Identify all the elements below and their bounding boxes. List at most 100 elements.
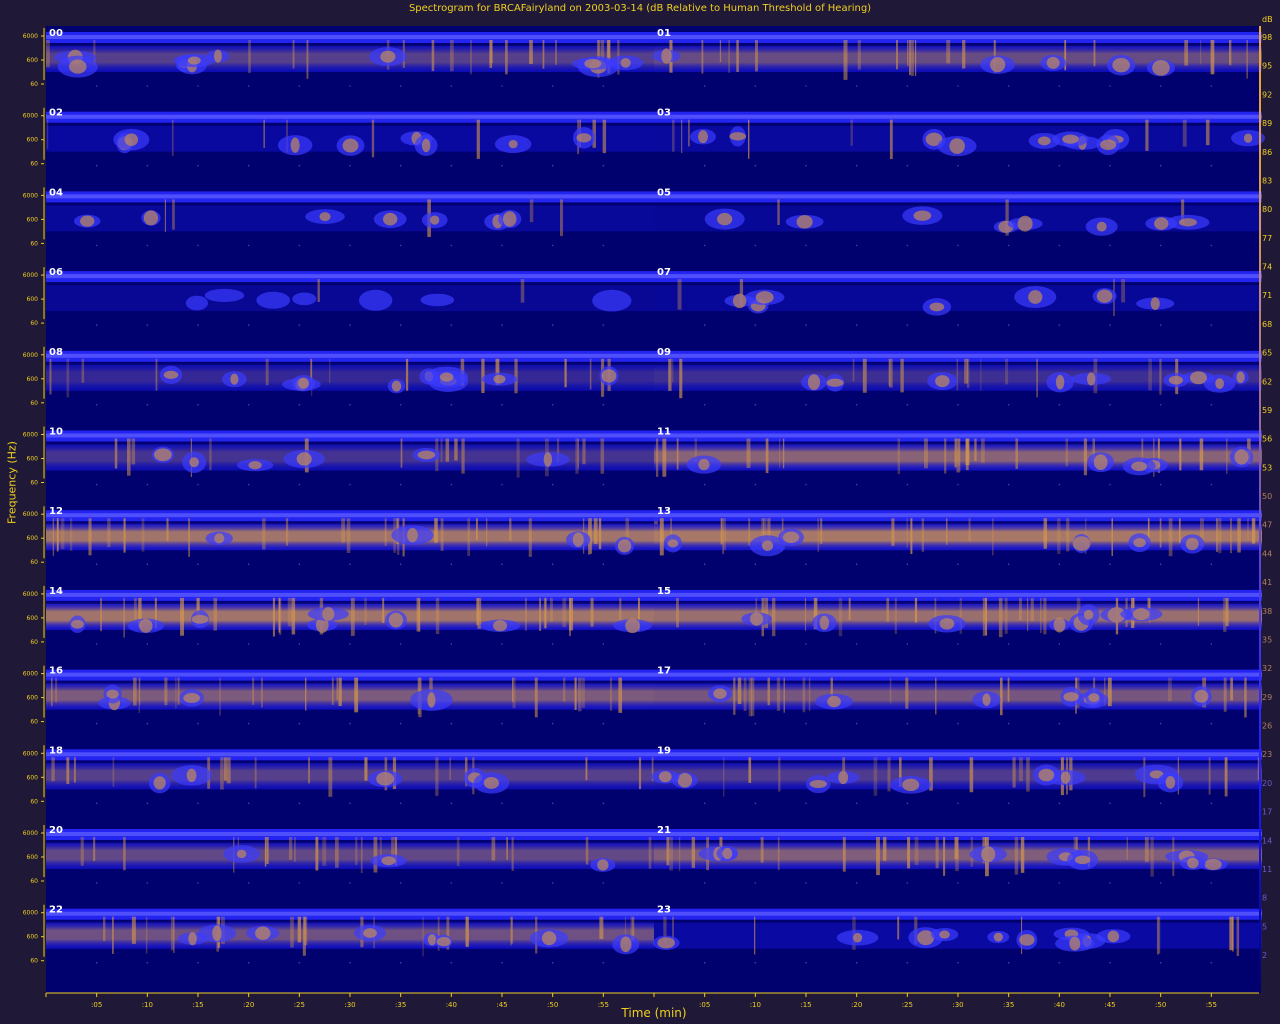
call-blob <box>1062 134 1079 144</box>
grid-dot <box>1007 404 1010 406</box>
hour-label-14: 14 <box>49 586 63 597</box>
activity-streak <box>1231 916 1234 952</box>
activity-streak <box>354 677 359 713</box>
high-freq-band-core-13 <box>654 513 1262 518</box>
y-tick-label: 60 <box>30 400 38 407</box>
activity-streak <box>1000 677 1003 716</box>
grid-dot <box>247 324 250 326</box>
activity-streak <box>252 677 255 705</box>
grid-dot <box>906 483 909 486</box>
activity-streak <box>619 597 622 620</box>
grid-dot <box>1109 404 1111 406</box>
call-blob <box>1178 218 1197 227</box>
grid-dot <box>247 882 250 884</box>
activity-streak <box>46 40 50 68</box>
grid-dot <box>298 164 301 167</box>
call-blob <box>913 210 932 221</box>
grid-dot <box>1109 643 1111 645</box>
activity-streak <box>454 438 458 461</box>
high-freq-band-core-20 <box>46 832 654 836</box>
activity-streak <box>609 677 613 711</box>
activity-streak <box>820 518 823 544</box>
grid-dot <box>1159 483 1162 486</box>
call-blob <box>762 540 774 551</box>
colorbar-tick-label: 14 <box>1262 836 1272 845</box>
call-blob <box>1185 537 1199 551</box>
grid-dot <box>197 563 199 565</box>
activity-streak <box>887 757 891 792</box>
spectrogram-chart: 0060006006001026000600600304600060060050… <box>23 15 1273 1009</box>
grid-dot <box>1007 563 1010 565</box>
activity-streak <box>1159 358 1162 395</box>
y-axis-label: Frequency (Hz) <box>5 441 19 524</box>
activity-streak <box>510 916 512 946</box>
high-freq-band-core-10 <box>46 433 654 438</box>
colorbar-tick-label: 80 <box>1262 205 1272 214</box>
grid-dot <box>551 164 554 167</box>
activity-streak <box>980 358 982 391</box>
activity-streak <box>290 916 294 948</box>
colorbar-tick-label: 11 <box>1262 865 1272 874</box>
call-blob <box>1189 371 1207 385</box>
activity-streak <box>802 677 806 713</box>
grid-dot <box>602 324 605 326</box>
call-blob <box>1152 59 1170 76</box>
grid-dot <box>450 404 453 406</box>
call-blob <box>993 932 1003 942</box>
y-tick-label: 600 <box>27 137 39 144</box>
grid-dot <box>1058 882 1061 884</box>
call-blob <box>1100 139 1117 151</box>
grid-dot <box>501 85 503 87</box>
call-blob <box>106 689 119 699</box>
grid-dot <box>1007 483 1010 486</box>
grid-dot <box>399 961 402 964</box>
grid-dot <box>1159 164 1162 167</box>
activity-streak <box>334 837 339 868</box>
grid-dot <box>95 563 98 565</box>
grid-dot <box>805 164 807 167</box>
noise-band-06 <box>46 285 654 312</box>
grid-dot <box>501 244 503 247</box>
grid-dot <box>602 643 605 645</box>
activity-streak <box>808 677 811 712</box>
activity-streak <box>445 438 450 462</box>
grid-dot <box>551 802 554 805</box>
grid-dot <box>298 722 301 725</box>
grid-dot <box>501 802 503 805</box>
grid-dot <box>1007 802 1010 805</box>
call-blob <box>929 302 945 312</box>
grid-dot <box>349 563 351 565</box>
hour-label-09: 09 <box>657 347 671 358</box>
grid-dot <box>602 961 605 964</box>
activity-streak <box>905 677 909 709</box>
grid-dot <box>1058 802 1061 805</box>
grid-dot <box>501 483 503 486</box>
activity-streak <box>294 837 296 862</box>
grid-dot <box>1058 961 1061 964</box>
activity-streak <box>590 518 592 554</box>
activity-streak <box>373 837 378 873</box>
grid-dot <box>349 722 351 725</box>
grid-dot <box>957 563 959 565</box>
grid-dot <box>855 882 858 884</box>
grid-dot <box>450 85 453 87</box>
call-blob <box>667 539 679 548</box>
y-tick-label: 6000 <box>23 432 38 439</box>
activity-streak <box>422 916 424 957</box>
activity-streak <box>263 119 265 148</box>
call-blob <box>939 930 950 939</box>
activity-streak <box>1057 518 1061 555</box>
y-tick-label: 600 <box>27 615 39 622</box>
activity-band-20 <box>46 840 654 870</box>
grid-dot <box>805 244 807 247</box>
high-freq-band-core-15 <box>654 592 1262 597</box>
call-halo <box>592 289 632 312</box>
call-blob <box>584 58 602 69</box>
grid-dot <box>146 483 149 486</box>
activity-streak <box>516 438 520 478</box>
high-freq-band-core-00 <box>46 35 654 39</box>
y-tick-label: 60 <box>30 719 38 726</box>
activity-streak <box>46 119 49 149</box>
activity-streak <box>1043 597 1047 635</box>
high-freq-band-core-11 <box>654 433 1262 438</box>
